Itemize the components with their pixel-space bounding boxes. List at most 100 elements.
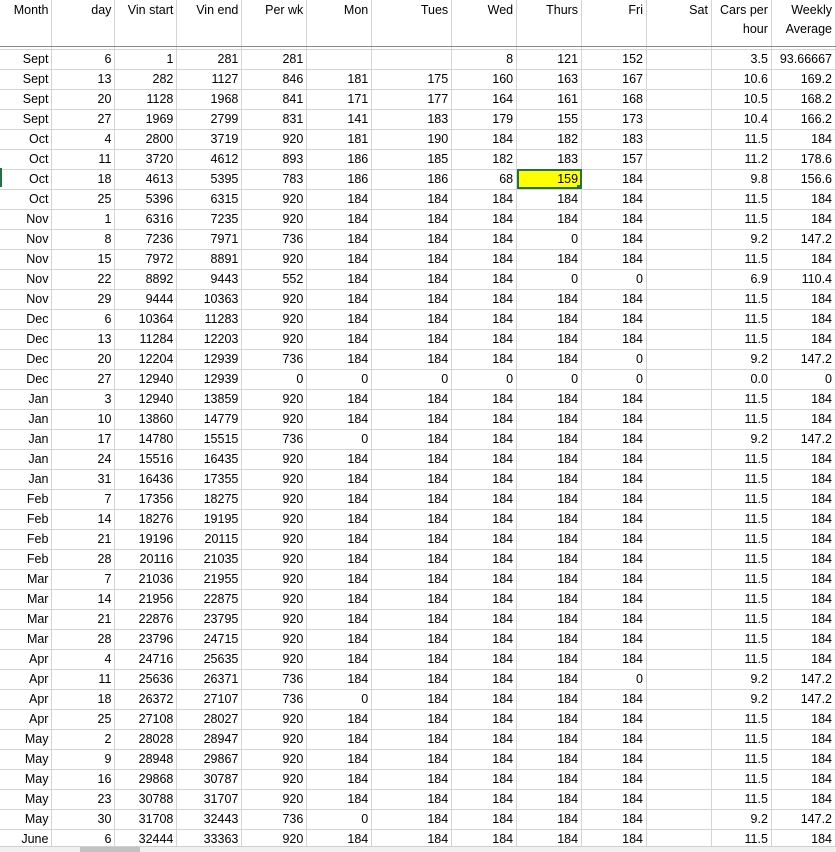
cell-thurs[interactable]: 184 bbox=[516, 809, 583, 830]
cell-sat[interactable] bbox=[646, 409, 712, 430]
scrollbar-thumb[interactable] bbox=[80, 847, 140, 852]
cell-thurs[interactable]: 184 bbox=[516, 749, 583, 770]
cell-tues[interactable]: 184 bbox=[371, 249, 453, 270]
cell-month[interactable]: May bbox=[0, 729, 53, 750]
cell-day[interactable]: 29 bbox=[51, 289, 116, 310]
cell-weekly-average[interactable]: 184 bbox=[771, 389, 836, 410]
cell-weekly-average[interactable]: 147.2 bbox=[771, 809, 836, 830]
cell-vin-end[interactable]: 21035 bbox=[176, 549, 243, 570]
cell-mon[interactable]: 186 bbox=[306, 149, 373, 170]
cell-mon[interactable]: 0 bbox=[306, 369, 373, 390]
cell-sat[interactable] bbox=[646, 529, 712, 550]
header-mon[interactable]: Mon bbox=[306, 0, 373, 47]
cell-sat[interactable] bbox=[646, 329, 712, 350]
cell-mon[interactable]: 184 bbox=[306, 329, 373, 350]
cell-weekly-average[interactable]: 184 bbox=[771, 489, 836, 510]
header-per-wk[interactable]: Per wk bbox=[241, 0, 308, 47]
cell-vin-end[interactable]: 18275 bbox=[176, 489, 243, 510]
cell-mon[interactable]: 184 bbox=[306, 589, 373, 610]
cell-tues[interactable]: 184 bbox=[371, 389, 453, 410]
cell-vin-end[interactable]: 24715 bbox=[176, 629, 243, 650]
cell-mon[interactable]: 184 bbox=[306, 389, 373, 410]
cell-vin-start[interactable]: 23796 bbox=[114, 629, 178, 650]
cell-month[interactable]: Dec bbox=[0, 329, 53, 350]
cell-per-wk[interactable]: 920 bbox=[241, 489, 308, 510]
cell-vin-start[interactable]: 27108 bbox=[114, 709, 178, 730]
cell-thurs[interactable]: 184 bbox=[516, 209, 583, 230]
cell-per-wk[interactable]: 736 bbox=[241, 689, 308, 710]
cell-weekly-average[interactable]: 184 bbox=[771, 589, 836, 610]
cell-weekly-average[interactable]: 184 bbox=[771, 549, 836, 570]
cell-fri[interactable]: 184 bbox=[581, 309, 647, 330]
cell-day[interactable]: 14 bbox=[51, 589, 116, 610]
cell-thurs[interactable]: 184 bbox=[516, 409, 583, 430]
cell-thurs[interactable]: 184 bbox=[516, 309, 583, 330]
cell-cars-per-hour[interactable]: 11.5 bbox=[711, 189, 772, 210]
cell-day[interactable]: 6 bbox=[51, 309, 116, 330]
cell-mon[interactable]: 184 bbox=[306, 609, 373, 630]
cell-thurs[interactable]: 184 bbox=[516, 769, 583, 790]
cell-weekly-average[interactable]: 93.66667 bbox=[771, 49, 836, 70]
cell-tues[interactable]: 184 bbox=[371, 809, 453, 830]
cell-cars-per-hour[interactable]: 9.2 bbox=[711, 809, 772, 830]
cell-fri[interactable]: 0 bbox=[581, 669, 647, 690]
cell-vin-start[interactable]: 22876 bbox=[114, 609, 178, 630]
cell-fri[interactable]: 184 bbox=[581, 709, 647, 730]
cell-fri[interactable]: 184 bbox=[581, 729, 647, 750]
cell-mon[interactable]: 184 bbox=[306, 229, 373, 250]
cell-wed[interactable]: 184 bbox=[451, 249, 518, 270]
cell-tues[interactable]: 190 bbox=[371, 129, 453, 150]
cell-vin-start[interactable]: 1969 bbox=[114, 109, 178, 130]
cell-month[interactable]: Apr bbox=[0, 709, 53, 730]
cell-mon[interactable]: 181 bbox=[306, 129, 373, 150]
cell-vin-start[interactable]: 1128 bbox=[114, 89, 178, 110]
cell-per-wk[interactable]: 736 bbox=[241, 809, 308, 830]
cell-fri[interactable]: 184 bbox=[581, 429, 647, 450]
cell-day[interactable]: 11 bbox=[51, 669, 116, 690]
cell-day[interactable]: 16 bbox=[51, 769, 116, 790]
cell-month[interactable]: Feb bbox=[0, 529, 53, 550]
cell-tues[interactable]: 184 bbox=[371, 789, 453, 810]
cell-vin-end[interactable]: 21955 bbox=[176, 569, 243, 590]
cell-vin-end[interactable]: 3719 bbox=[176, 129, 243, 150]
cell-vin-end[interactable]: 29867 bbox=[176, 749, 243, 770]
cell-sat[interactable] bbox=[646, 489, 712, 510]
cell-wed[interactable]: 184 bbox=[451, 629, 518, 650]
cell-mon[interactable]: 184 bbox=[306, 649, 373, 670]
cell-vin-start[interactable]: 21956 bbox=[114, 589, 178, 610]
cell-fri[interactable]: 184 bbox=[581, 609, 647, 630]
cell-cars-per-hour[interactable]: 9.8 bbox=[711, 169, 772, 190]
cell-mon[interactable]: 184 bbox=[306, 549, 373, 570]
cell-thurs[interactable]: 184 bbox=[516, 689, 583, 710]
cell-weekly-average[interactable]: 169.2 bbox=[771, 69, 836, 90]
cell-vin-start[interactable]: 31708 bbox=[114, 809, 178, 830]
cell-sat[interactable] bbox=[646, 649, 712, 670]
cell-tues[interactable]: 184 bbox=[371, 209, 453, 230]
cell-tues[interactable]: 184 bbox=[371, 509, 453, 530]
header-thurs[interactable]: Thurs bbox=[516, 0, 583, 47]
cell-tues[interactable] bbox=[371, 49, 453, 70]
cell-thurs[interactable]: 184 bbox=[516, 429, 583, 450]
header-vin-start[interactable]: Vin start bbox=[114, 0, 178, 47]
cell-fri[interactable]: 152 bbox=[581, 49, 647, 70]
cell-vin-start[interactable]: 29868 bbox=[114, 769, 178, 790]
cell-month[interactable]: Feb bbox=[0, 489, 53, 510]
cell-vin-start[interactable]: 25636 bbox=[114, 669, 178, 690]
cell-month[interactable]: Sept bbox=[0, 49, 53, 70]
cell-day[interactable]: 14 bbox=[51, 509, 116, 530]
cell-month[interactable]: Mar bbox=[0, 629, 53, 650]
cell-fri[interactable]: 184 bbox=[581, 629, 647, 650]
cell-sat[interactable] bbox=[646, 609, 712, 630]
cell-cars-per-hour[interactable]: 11.5 bbox=[711, 129, 772, 150]
cell-sat[interactable] bbox=[646, 89, 712, 110]
cell-fri[interactable]: 0 bbox=[581, 269, 647, 290]
cell-cars-per-hour[interactable]: 6.9 bbox=[711, 269, 772, 290]
cell-weekly-average[interactable]: 147.2 bbox=[771, 429, 836, 450]
cell-vin-start[interactable]: 18276 bbox=[114, 509, 178, 530]
cell-thurs[interactable]: 184 bbox=[516, 649, 583, 670]
cell-thurs[interactable]: 183 bbox=[516, 149, 583, 170]
cell-sat[interactable] bbox=[646, 689, 712, 710]
cell-day[interactable]: 28 bbox=[51, 549, 116, 570]
cell-tues[interactable]: 184 bbox=[371, 529, 453, 550]
cell-cars-per-hour[interactable]: 11.5 bbox=[711, 469, 772, 490]
